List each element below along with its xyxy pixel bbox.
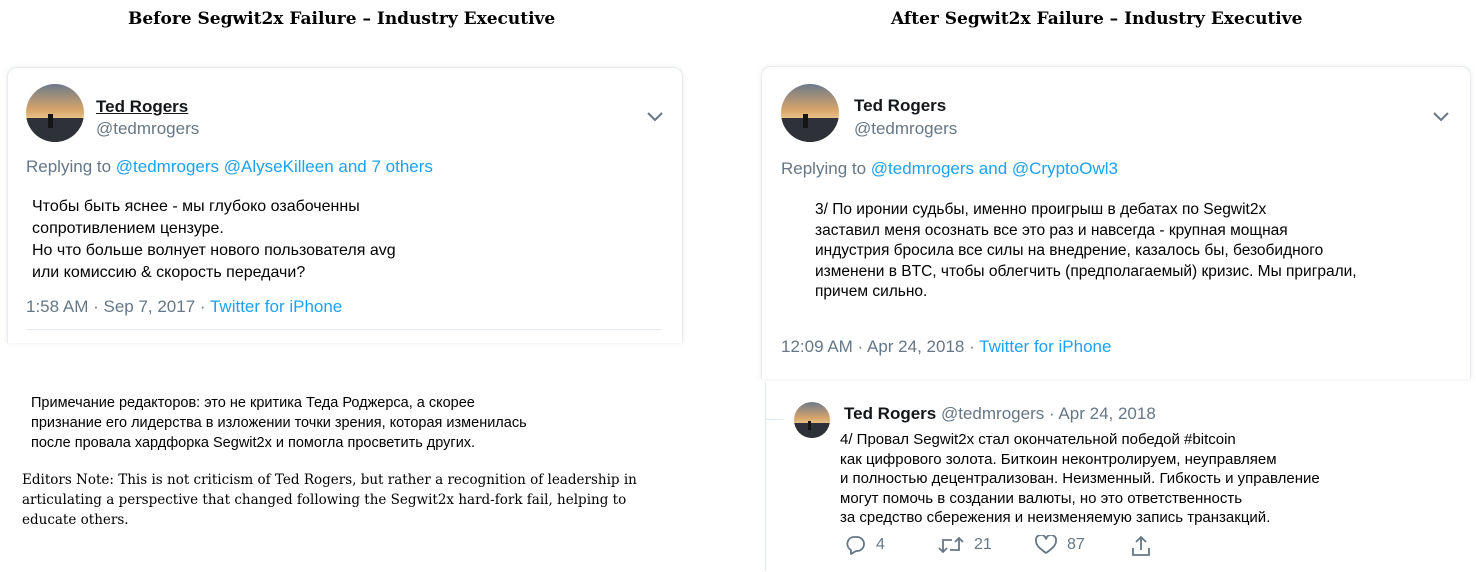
tweet-text-line: могут помочь в создании валюты, но это о… [840,489,1243,507]
tweet-text-line: изменени в BTC, чтобы облегчить (предпол… [815,262,1357,280]
author-name[interactable]: Ted Rogers [844,404,936,423]
tweet-text-line: индустрия бросила все силы на внедрение,… [815,242,1324,259]
share-button[interactable] [1130,535,1152,557]
tweet-text-line: как цифрового золота. Биткоин неконтроли… [840,450,1277,468]
tweet-text-line: заставил меня осознать все это раз и нав… [815,221,1288,239]
avatar[interactable] [26,84,84,142]
retweet-count: 21 [974,536,992,553]
mention-link[interactable]: @CryptoOwl3 [1012,159,1118,178]
reply-button[interactable]: 4 [844,535,885,555]
author-name[interactable]: Ted Rogers [96,97,188,117]
editor-note-russian: Примечание редакторов: это не критика Те… [31,393,527,453]
author-handle[interactable]: @tedmrogers [96,119,199,139]
heart-icon [1035,535,1057,554]
author-name[interactable]: Ted Rogers [854,96,946,116]
tweet-meta: 12:09 AM · Apr 24, 2018 · Twitter for iP… [781,337,1111,357]
source-link[interactable]: Twitter for iPhone [210,297,342,316]
timestamp[interactable]: 1:58 AM · Sep 7, 2017 · [26,297,206,316]
note-line: после провала хардфорка Segwit2x и помог… [31,435,476,451]
timestamp[interactable]: · Apr 24, 2018 [1049,404,1156,423]
timestamp[interactable]: 12:09 AM · Apr 24, 2018 · [781,337,975,356]
tweet-text-line: или комиссию & скорость передачи? [32,264,306,281]
tweet-card-before: Ted Rogers @tedmrogers Replying to @tedm… [7,67,683,343]
avatar[interactable] [781,84,839,142]
reply-header: Ted Rogers @tedmrogers · Apr 24, 2018 [844,404,1156,424]
chevron-down-icon[interactable] [1432,110,1450,122]
tweet-text: 3/ По иронии судьбы, именно проигрыш в д… [815,200,1357,303]
thread-connector [765,419,783,420]
editor-note-english: Editors Note: This is not criticism of T… [22,470,637,530]
heading-after: After Segwit2x Failure – Industry Execut… [891,9,1303,29]
chevron-down-icon[interactable] [646,110,664,122]
mention-link[interactable]: @tedmrogers [116,157,219,176]
tweet-text-line: 4/ Провал Segwit2x стал окончательной по… [840,431,1236,448]
retweet-button[interactable]: 21 [938,535,992,555]
others-link[interactable]: and 7 others [338,157,433,176]
tweet-text-line: 3/ По иронии судьбы, именно проигрыш в д… [815,201,1267,218]
tweet-text-line: Но что больше волнует нового пользовател… [32,242,396,259]
retweet-icon [938,536,964,554]
note-line: Примечание редакторов: это не критика Те… [31,395,475,411]
tweet-meta: 1:58 AM · Sep 7, 2017 · Twitter for iPho… [26,297,342,317]
note-line: признание его лидерства в изложении точк… [31,415,527,431]
tweet-text-line: и полностью децентрализован. Неизменный.… [840,470,1320,487]
note-line: Editors Note: This is not criticism of T… [22,472,637,488]
reply-icon [846,536,865,555]
tweet-text-line: Чтобы быть яснее - мы глубоко озабоченны [32,198,360,215]
divider [26,329,662,330]
tweet-text-line: за средство сбережения и неизменяемую за… [840,509,1271,526]
tweet-text: 4/ Провал Segwit2x стал окончательной по… [840,430,1320,528]
avatar[interactable] [794,402,830,438]
heading-before: Before Segwit2x Failure – Industry Execu… [128,9,556,29]
source-link[interactable]: Twitter for iPhone [979,337,1111,356]
replying-to: Replying to @tedmrogers @AlyseKilleen an… [26,157,433,177]
replying-prefix: Replying to [781,159,867,178]
like-button[interactable]: 87 [1035,535,1085,555]
thread-line [765,383,766,571]
author-handle[interactable]: @tedmrogers [854,119,957,139]
reply-count: 4 [876,536,885,553]
author-handle[interactable]: @tedmrogers [941,404,1044,423]
and-link[interactable]: and [979,159,1007,178]
replying-to: Replying to @tedmrogers and @CryptoOwl3 [781,159,1118,179]
replying-prefix: Replying to [26,157,112,176]
like-count: 87 [1067,536,1085,553]
tweet-text: Чтобы быть яснее - мы глубоко озабоченны… [32,196,396,284]
tweet-text-line: сопротивлением цензуре. [32,220,224,237]
note-line: educate others. [22,512,129,528]
share-icon [1132,535,1150,556]
mention-link[interactable]: @tedmrogers [871,159,974,178]
tweet-card-after: Ted Rogers @tedmrogers Replying to @tedm… [761,66,1471,379]
tweet-text-line: причем сильно. [815,283,928,300]
note-line: articulating a perspective that changed … [22,492,627,508]
mention-link[interactable]: @AlyseKilleen [224,157,334,176]
